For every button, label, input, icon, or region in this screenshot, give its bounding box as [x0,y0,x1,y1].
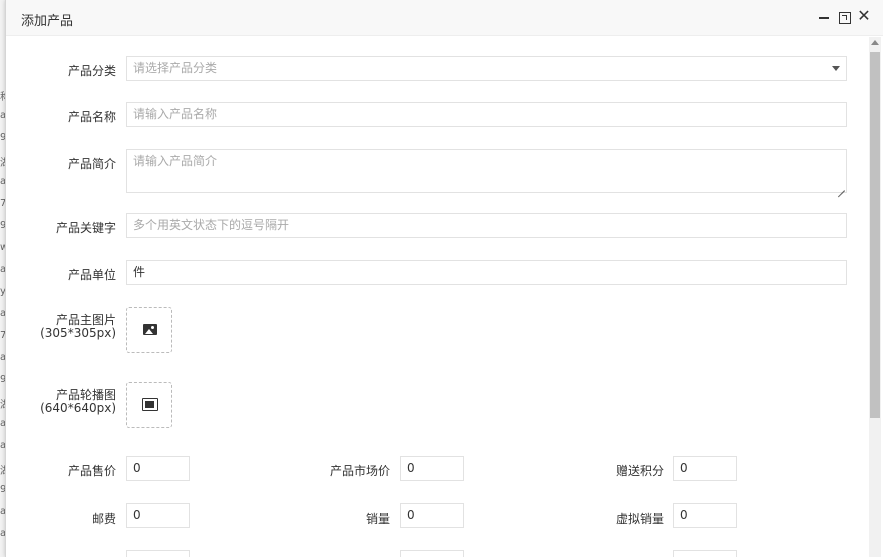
carousel-image-upload[interactable] [126,382,172,428]
postage-input[interactable]: 0 [126,503,190,528]
market-price-label: 产品市场价 [329,464,390,478]
carousel-image-size-hint: (640*640px) [40,401,116,415]
dialog-scrollbar[interactable] [869,37,881,557]
keywords-label: 产品关键字 [55,221,116,235]
gallery-icon [142,398,158,411]
gift-points-label: 赠送积分 [615,464,664,478]
name-input[interactable]: 请输入产品名称 [126,102,847,127]
unit-label: 产品单位 [67,268,116,282]
unit-value: 件 [133,265,146,279]
close-icon[interactable]: ✕ [856,8,872,25]
sales-label: 销量 [365,512,390,526]
intro-placeholder: 请输入产品简介 [133,154,218,168]
market-price-input[interactable]: 0 [400,456,464,481]
category-label: 产品分类 [67,64,116,78]
virtual-sales-label: 虚拟销量 [615,512,664,526]
price-label: 产品售价 [67,464,116,478]
dialog-titlebar: 添加产品 ✕ [6,0,883,36]
postage-value: 0 [133,508,141,522]
market-price-value: 0 [407,461,415,475]
main-image-upload[interactable] [126,307,172,353]
virtual-sales-value: 0 [680,508,688,522]
main-image-label: 产品主图片 (305*305px) [6,314,116,340]
chevron-down-icon [832,66,840,71]
keywords-placeholder: 多个用英文状态下的逗号隔开 [133,218,290,232]
sales-value: 0 [407,508,415,522]
postage-label: 邮费 [91,512,116,526]
price-input[interactable]: 0 [126,456,190,481]
category-select[interactable]: 请选择产品分类 [126,56,847,81]
category-placeholder: 请选择产品分类 [133,61,218,75]
intro-label: 产品简介 [67,157,116,171]
unit-input[interactable]: 件 [126,260,847,285]
intro-textarea[interactable]: 请输入产品简介 [126,149,847,193]
carousel-image-label: 产品轮播图 (640*640px) [6,389,116,415]
gift-points-value: 0 [680,461,688,475]
name-placeholder: 请输入产品名称 [133,107,218,121]
scroll-up-arrow-icon[interactable] [871,40,879,45]
add-product-dialog: 添加产品 ✕ 产品分类 请选择产品分类 产品名称 请输入产品名称 产品简介 请输… [5,0,883,557]
scrollbar-thumb[interactable] [870,52,880,418]
gift-points-input[interactable]: 0 [673,456,737,481]
maximize-icon[interactable] [836,9,852,25]
minimize-icon[interactable] [816,9,832,25]
main-image-size-hint: (305*305px) [40,326,116,340]
image-icon [143,324,157,335]
resize-grip-icon[interactable] [837,183,845,191]
price-value: 0 [133,461,141,475]
virtual-sales-input[interactable]: 0 [673,503,737,528]
name-label: 产品名称 [67,110,116,124]
next-row-input-1[interactable] [126,550,190,557]
next-row-input-2[interactable] [400,550,464,557]
sales-input[interactable]: 0 [400,503,464,528]
keywords-input[interactable]: 多个用英文状态下的逗号隔开 [126,213,847,238]
dialog-title: 添加产品 [21,14,74,29]
next-row-input-3[interactable] [673,550,737,557]
